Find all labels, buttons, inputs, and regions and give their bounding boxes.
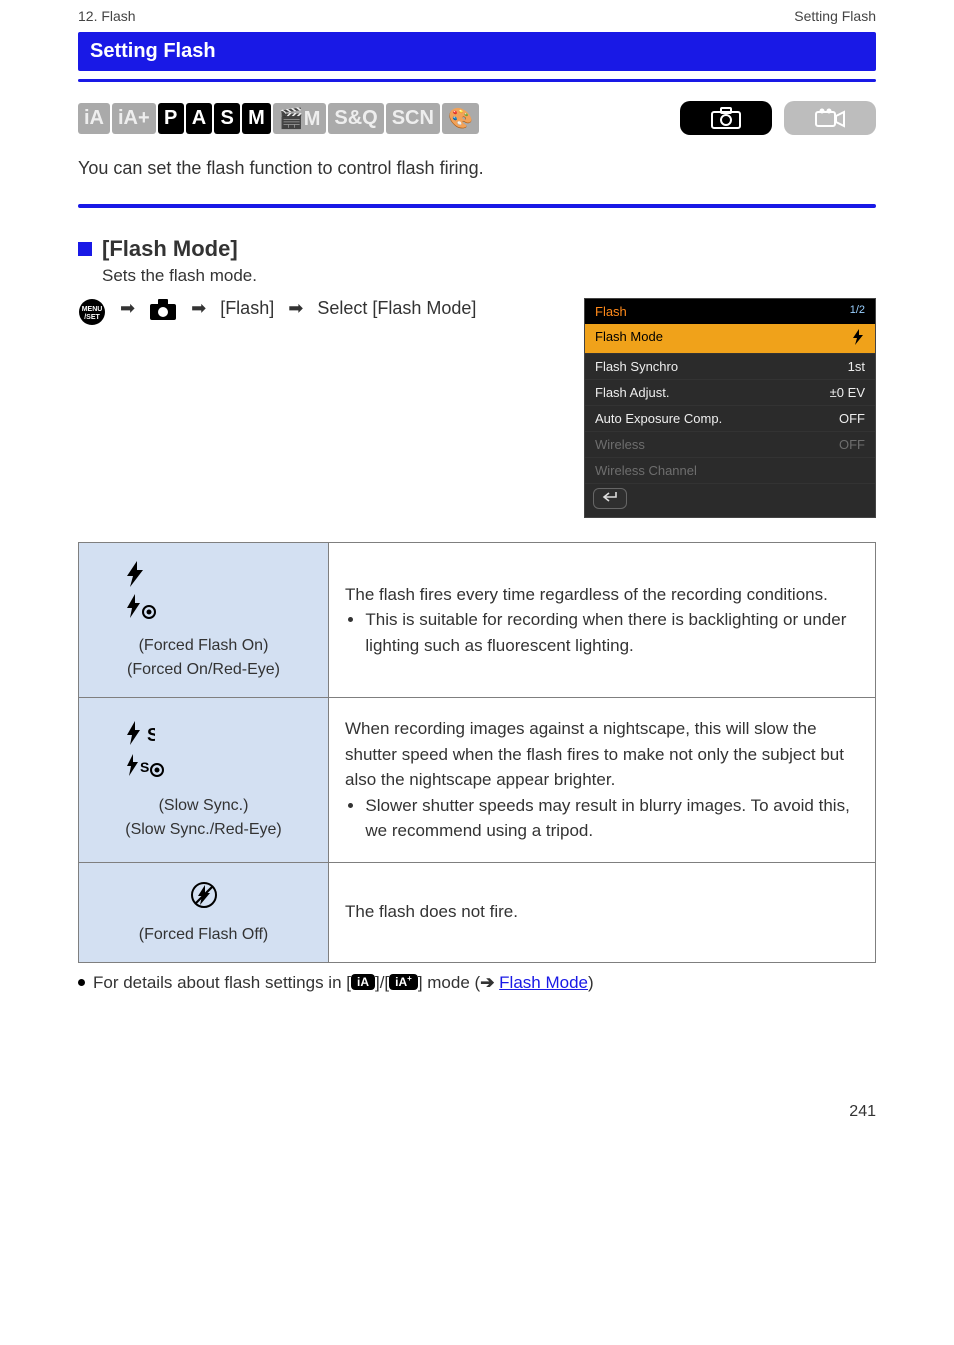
- flash-mode-table: (Forced Flash On) (Forced On/Red-Eye) The …: [78, 542, 876, 963]
- table-option-cell: (Forced Flash Off): [79, 862, 329, 962]
- menu-row-label: Wireless: [595, 437, 645, 452]
- menu-row-label: Auto Exposure Comp.: [595, 411, 722, 426]
- page-title: Setting Flash: [78, 32, 876, 71]
- title-underline: [78, 79, 876, 83]
- mode-strip: iAiA+PASM🎬MS&QSCN🎨: [78, 101, 876, 135]
- intro-text: You can set the flash function to contro…: [78, 155, 876, 182]
- mode-chip-🎨: 🎨: [442, 103, 479, 134]
- table-desc-cell: When recording images against a nightsca…: [329, 698, 876, 863]
- arrow-icon: ➡: [191, 298, 206, 319]
- menu-path: MENU/SET ➡ ➡ [Flash] ➡ Select [Flash Mod…: [78, 298, 564, 518]
- arrow-icon: ➡: [288, 298, 303, 319]
- menu-row-label: Flash Adjust.: [595, 385, 669, 400]
- flash-s-eye-icon: S: [125, 754, 165, 787]
- svg-text:MENU: MENU: [82, 306, 103, 313]
- mode-chip-🎬m: 🎬M: [273, 103, 327, 134]
- note-text-2: ]/[: [375, 973, 389, 992]
- page-number: 241: [78, 1103, 876, 1121]
- flash-s-icon: S: [125, 721, 155, 754]
- mode-chip-s&q: S&Q: [328, 103, 383, 134]
- note-link[interactable]: Flash Mode: [499, 973, 588, 992]
- note-text-1: For details about flash settings in [: [93, 973, 351, 992]
- section-divider: [78, 204, 876, 208]
- menu-row-label: Flash Synchro: [595, 359, 678, 374]
- table-desc-cell: The flash fires every time regardless of…: [329, 543, 876, 698]
- camera-menu-screenshot: Flash 1/2 Flash ModeFlash Synchro1stFlas…: [584, 298, 876, 518]
- option-label: (Forced Flash Off): [95, 926, 312, 944]
- note-text-4: ): [588, 973, 594, 992]
- mode-video-icon: [784, 101, 876, 135]
- menu-path-flash-label: [Flash]: [220, 298, 274, 319]
- chapter-label: 12. Flash: [78, 8, 136, 24]
- menu-row: Flash Adjust. ±0 EV: [585, 380, 875, 406]
- mode-chip-a: A: [186, 103, 212, 134]
- menu-path-select-label: Select [Flash Mode]: [317, 298, 476, 319]
- menu-row-label: Wireless Channel: [595, 463, 697, 478]
- mode-chip-s: S: [214, 103, 240, 134]
- svg-text:/SET: /SET: [84, 314, 100, 321]
- bullet-icon: [78, 979, 85, 986]
- menu-row: Flash Synchro 1st: [585, 354, 875, 380]
- option-label: (Forced Flash On): [95, 637, 312, 655]
- footnote: For details about flash settings in [iA]…: [78, 973, 876, 993]
- menu-page-indicator: 1/2: [850, 304, 865, 319]
- table-desc-cell: The flash does not fire.: [329, 862, 876, 962]
- table-option-cell: (Forced Flash On) (Forced On/Red-Eye): [79, 543, 329, 698]
- menu-row: Wireless Channel: [585, 458, 875, 484]
- menu-row-label: Flash Mode: [595, 329, 663, 348]
- mode-chip-p: P: [158, 103, 184, 134]
- iA-plus-chip-icon: iA+: [389, 974, 418, 990]
- arrow-icon: ➡: [120, 298, 135, 319]
- menu-set-icon: MENU/SET: [78, 298, 106, 326]
- menu-row-value: 1st: [817, 359, 865, 374]
- option-sub-label: (Slow Sync./Red-Eye): [95, 821, 312, 839]
- section-bullet-icon: [78, 242, 92, 256]
- mode-chip-m: M: [242, 103, 271, 134]
- iA-chip-icon: iA: [351, 974, 375, 990]
- note-text-3: ] mode (: [418, 973, 480, 992]
- flash-icon: [125, 561, 145, 594]
- mode-chip-scn: SCN: [386, 103, 440, 134]
- mode-chip-ia+: iA+: [112, 103, 156, 134]
- arrow-icon: ➔: [480, 973, 494, 992]
- option-sub-label: (Forced On/Red-Eye): [95, 661, 312, 679]
- menu-row-value: OFF: [817, 411, 865, 426]
- menu-row-value: [817, 329, 865, 348]
- breadcrumb: Setting Flash: [794, 8, 876, 24]
- table-option-cell: SS (Slow Sync.) (Slow Sync./Red-Eye): [79, 698, 329, 863]
- menu-row-value: [817, 463, 865, 478]
- menu-row: Auto Exposure Comp. OFF: [585, 406, 875, 432]
- camera-rec-icon: [149, 298, 177, 322]
- menu-row: Wireless OFF: [585, 432, 875, 458]
- back-icon: [593, 488, 627, 509]
- menu-row-value: OFF: [817, 437, 865, 452]
- flash-off-icon: [190, 881, 218, 916]
- svg-text:S: S: [147, 725, 155, 745]
- menu-title: Flash: [595, 304, 627, 319]
- mode-photo-icon: [680, 101, 772, 135]
- svg-text:S: S: [140, 759, 149, 775]
- menu-row-value: ±0 EV: [817, 385, 865, 400]
- mode-chip-ia: iA: [78, 103, 110, 134]
- menu-row: Flash Mode: [585, 324, 875, 354]
- section-subtitle: Sets the flash mode.: [102, 266, 876, 286]
- section-title: [Flash Mode]: [102, 236, 238, 262]
- option-label: (Slow Sync.): [95, 797, 312, 815]
- flash-eye-icon: [125, 594, 157, 627]
